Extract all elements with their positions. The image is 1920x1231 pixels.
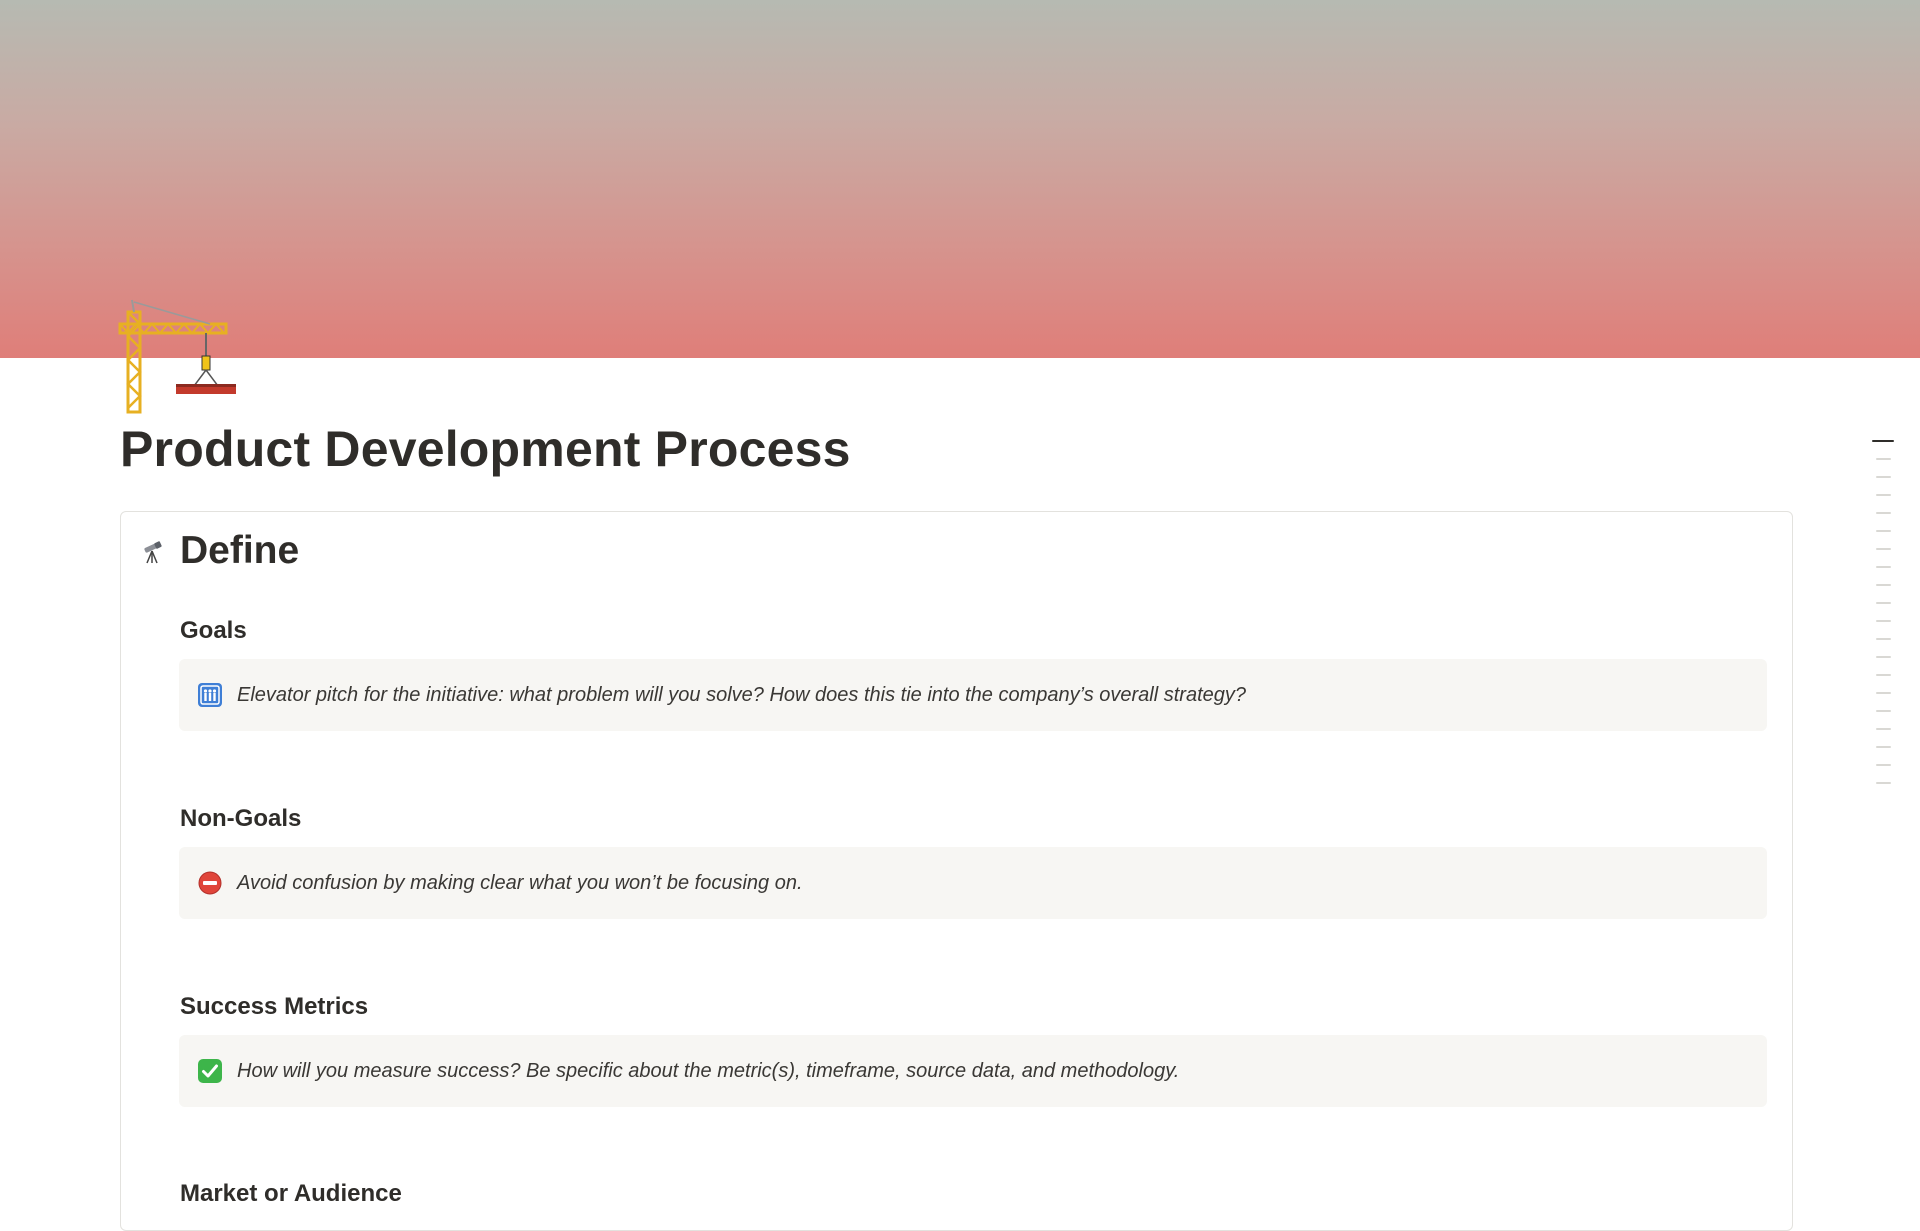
outline-item[interactable] bbox=[1876, 512, 1891, 514]
goals-heading[interactable]: Goals bbox=[180, 617, 247, 645]
success-metrics-callout-text: How will you measure success? Be specifi… bbox=[237, 1059, 1180, 1082]
market-or-audience-heading[interactable]: Market or Audience bbox=[180, 1180, 402, 1208]
outline-item[interactable] bbox=[1876, 728, 1891, 730]
outline-item[interactable] bbox=[1876, 602, 1891, 604]
success-metrics-callout[interactable]: How will you measure success? Be specifi… bbox=[179, 1035, 1767, 1107]
telescope-icon bbox=[144, 541, 162, 564]
outline-item[interactable] bbox=[1872, 440, 1894, 442]
define-heading[interactable]: Define bbox=[140, 529, 299, 573]
define-title: Define bbox=[180, 529, 300, 572]
check-mark-button-icon bbox=[198, 1059, 222, 1083]
outline-item[interactable] bbox=[1876, 620, 1891, 622]
outline-item[interactable] bbox=[1876, 638, 1891, 640]
page-cover[interactable] bbox=[0, 0, 1920, 358]
page-outline[interactable] bbox=[1872, 440, 1896, 800]
non-goals-callout-text: Avoid confusion by making clear what you… bbox=[237, 871, 803, 894]
outline-item[interactable] bbox=[1876, 494, 1891, 496]
outline-item[interactable] bbox=[1876, 764, 1891, 766]
outline-item[interactable] bbox=[1876, 656, 1891, 658]
success-metrics-heading[interactable]: Success Metrics bbox=[180, 993, 368, 1021]
outline-item[interactable] bbox=[1876, 692, 1891, 694]
goals-callout[interactable]: Elevator pitch for the initiative: what … bbox=[179, 659, 1767, 731]
outline-item[interactable] bbox=[1876, 746, 1891, 748]
page-title[interactable]: Product Development Process bbox=[120, 420, 851, 478]
outline-item[interactable] bbox=[1876, 476, 1891, 478]
non-goals-heading[interactable]: Non-Goals bbox=[180, 805, 301, 833]
people-sign-icon bbox=[198, 683, 222, 707]
no-entry-icon bbox=[198, 871, 222, 895]
outline-item[interactable] bbox=[1876, 458, 1891, 460]
outline-item[interactable] bbox=[1876, 710, 1891, 712]
goals-callout-text: Elevator pitch for the initiative: what … bbox=[237, 683, 1247, 706]
outline-item[interactable] bbox=[1876, 782, 1891, 784]
construction-crane-icon[interactable] bbox=[118, 298, 242, 416]
outline-item[interactable] bbox=[1876, 584, 1891, 586]
non-goals-callout[interactable]: Avoid confusion by making clear what you… bbox=[179, 847, 1767, 919]
outline-item[interactable] bbox=[1876, 566, 1891, 568]
outline-item[interactable] bbox=[1876, 674, 1891, 676]
outline-item[interactable] bbox=[1876, 530, 1891, 532]
outline-item[interactable] bbox=[1876, 548, 1891, 550]
